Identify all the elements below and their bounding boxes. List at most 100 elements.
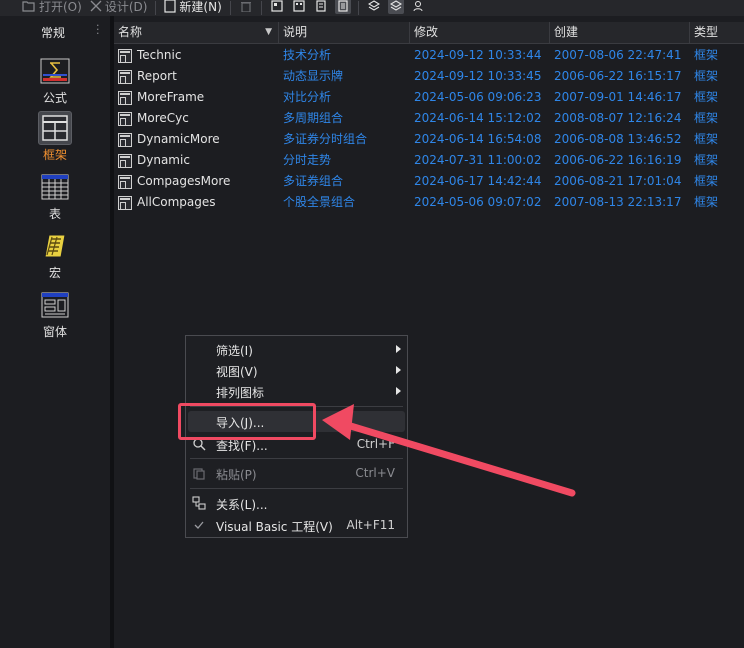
menu-item-label: 关系(L)... xyxy=(216,498,268,512)
menu-item-relations[interactable]: 关系(L)... xyxy=(186,493,407,514)
menu-item-vb-project[interactable]: Visual Basic 工程(V) Alt+F11 xyxy=(186,515,407,536)
sidebar-item-label: 公式 xyxy=(42,91,67,105)
menu-item-filter[interactable]: 筛选(I) xyxy=(186,339,407,360)
column-header-modified[interactable]: 修改 xyxy=(410,22,550,44)
view-details-button[interactable] xyxy=(334,0,351,14)
menu-separator xyxy=(190,458,403,459)
column-header-label: 修改 xyxy=(414,25,439,39)
sidebar-item-formula[interactable]: 公式 xyxy=(20,54,90,108)
delete-button[interactable] xyxy=(238,0,254,14)
view-list-button[interactable] xyxy=(313,0,329,14)
name-cell: Dynamic xyxy=(118,150,190,171)
table-row[interactable]: Dynamic 分时走势 2024-07-31 11:00:02 2006-06… xyxy=(114,150,744,171)
menu-item-shortcut: Ctrl+V xyxy=(355,466,395,480)
file-name: Dynamic xyxy=(137,153,190,167)
new-label: 新建(N) xyxy=(179,0,222,14)
sidebar-item-table[interactable]: 表 xyxy=(20,170,90,224)
open-label: 打开(O) xyxy=(39,0,82,14)
formula-icon xyxy=(38,54,72,88)
column-header-created[interactable]: 创建 xyxy=(550,22,690,44)
created-cell: 2007-09-01 14:46:17 xyxy=(554,90,682,104)
panel-options-icon[interactable]: · · · xyxy=(96,20,100,39)
file-name: Technic xyxy=(137,48,182,62)
table-row[interactable]: Report 动态显示牌 2024-09-12 10:33:45 2006-06… xyxy=(114,66,744,87)
sidebar-item-macro[interactable]: 宏 xyxy=(20,229,90,283)
sidebar-item-form[interactable]: 窗体 xyxy=(20,288,90,342)
column-header-name[interactable]: 名称 ▼ xyxy=(114,22,279,44)
design-label: 设计(D) xyxy=(104,0,148,14)
created-cell: 2008-08-07 12:16:24 xyxy=(554,111,682,125)
toolbar-separator xyxy=(260,1,262,15)
type-cell: 框架 xyxy=(694,90,719,104)
sort-descending-icon: ▼ xyxy=(265,27,272,37)
form-icon xyxy=(38,288,72,322)
description-cell: 多证券分时组合 xyxy=(283,132,368,146)
list-view-icon xyxy=(316,0,326,12)
type-cell: 框架 xyxy=(694,69,719,83)
description-cell: 技术分析 xyxy=(283,48,332,62)
toolbar-separator xyxy=(155,1,157,15)
frame-icon xyxy=(38,111,72,145)
created-cell: 2006-08-08 13:46:52 xyxy=(554,132,682,146)
modified-cell: 2024-05-06 09:06:23 xyxy=(414,90,542,104)
design-button[interactable]: 设计(D) xyxy=(86,0,152,14)
table-row[interactable]: CompagesMore 多证券组合 2024-06-17 14:42:44 2… xyxy=(114,171,744,192)
file-name: AllCompages xyxy=(137,195,216,209)
highlight-box xyxy=(178,403,316,440)
menu-item-paste[interactable]: 粘贴(P) Ctrl+V xyxy=(186,463,407,484)
column-header-type[interactable]: 类型 xyxy=(690,22,744,44)
file-name: MoreCyc xyxy=(137,111,189,125)
menu-item-label: Visual Basic 工程(V) xyxy=(216,520,333,534)
layers-button[interactable] xyxy=(366,0,382,14)
table-row[interactable]: MoreFrame 对比分析 2024-05-06 09:06:23 2007-… xyxy=(114,87,744,108)
left-panel: 常规 · · · 公式 框架 表 宏 窗体 xyxy=(0,16,110,648)
table-row[interactable]: AllCompages 个股全景组合 2024-05-06 09:07:02 2… xyxy=(114,192,744,213)
menu-item-shortcut: Ctrl+F xyxy=(356,437,395,451)
layers-alt-icon xyxy=(389,0,402,11)
column-header-label: 说明 xyxy=(283,25,308,39)
view-small-button[interactable] xyxy=(291,0,307,14)
description-cell: 多周期组合 xyxy=(283,111,344,125)
description-cell: 动态显示牌 xyxy=(283,69,344,83)
user-button[interactable] xyxy=(410,0,426,14)
menu-item-view[interactable]: 视图(V) xyxy=(186,360,407,381)
type-cell: 框架 xyxy=(694,132,719,146)
file-name: Report xyxy=(137,69,177,83)
paste-icon xyxy=(193,468,205,480)
modified-cell: 2024-07-31 11:00:02 xyxy=(414,153,542,167)
name-cell: AllCompages xyxy=(118,192,216,213)
type-cell: 框架 xyxy=(694,153,719,167)
table-body: Technic 技术分析 2024-09-12 10:33:44 2007-08… xyxy=(114,45,744,213)
table-icon xyxy=(38,170,72,204)
table-row[interactable]: Technic 技术分析 2024-09-12 10:33:44 2007-08… xyxy=(114,45,744,66)
created-cell: 2006-08-21 17:01:04 xyxy=(554,174,682,188)
trash-icon xyxy=(240,2,251,12)
menu-item-sort-icons[interactable]: 排列图标 xyxy=(186,381,407,402)
column-header-label: 类型 xyxy=(694,25,719,39)
name-cell: MoreFrame xyxy=(118,87,204,108)
new-button[interactable]: 新建(N) xyxy=(160,0,225,14)
column-header-description[interactable]: 说明 xyxy=(279,22,410,44)
open-button[interactable]: 打开(O) xyxy=(18,0,86,14)
check-icon xyxy=(194,521,204,529)
sidebar-item-label: 框架 xyxy=(42,148,67,162)
sidebar-item-frame[interactable]: 框架 xyxy=(20,111,90,165)
table-row[interactable]: DynamicMore 多证券分时组合 2024-06-14 16:54:08 … xyxy=(114,129,744,150)
view-large-button[interactable] xyxy=(269,0,285,14)
frame-file-icon xyxy=(118,48,132,63)
folder-open-icon xyxy=(22,1,35,12)
small-icons-view-icon xyxy=(293,0,305,12)
left-panel-title: 常规 xyxy=(41,26,66,40)
macro-icon xyxy=(38,229,72,263)
created-cell: 2006-06-22 16:16:19 xyxy=(554,153,682,167)
layers-alt-button[interactable] xyxy=(387,0,404,14)
menu-separator xyxy=(190,488,403,489)
table-row[interactable]: MoreCyc 多周期组合 2024-06-14 15:12:02 2008-0… xyxy=(114,108,744,129)
name-cell: Report xyxy=(118,66,177,87)
details-view-icon xyxy=(338,0,348,12)
frame-file-icon xyxy=(118,69,132,84)
created-cell: 2007-08-13 22:13:17 xyxy=(554,195,682,209)
sidebar-item-label: 宏 xyxy=(48,266,61,280)
frame-file-icon xyxy=(118,90,132,105)
sidebar-item-label: 窗体 xyxy=(42,325,67,339)
